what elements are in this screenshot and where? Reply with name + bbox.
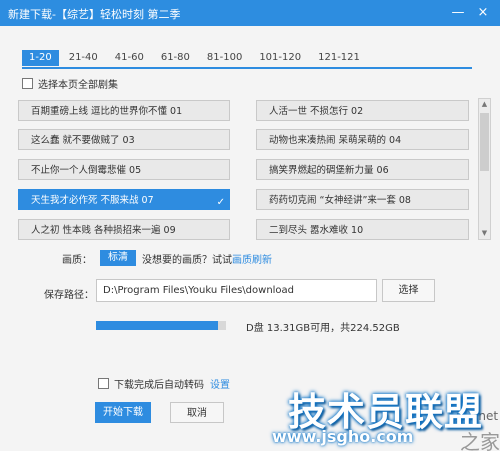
check-icon: ✓ xyxy=(216,197,225,208)
save-path-field[interactable]: D:\Program Files\Youku Files\download xyxy=(96,279,377,302)
select-all-checkbox[interactable] xyxy=(22,78,33,89)
dialog-body: 1-20 21-40 41-60 61-80 81-100 101-120 12… xyxy=(0,26,500,454)
episode-item[interactable]: 人之初 性本贱 各种损招来一遍 09 xyxy=(18,219,230,240)
episode-item[interactable]: 不止你一个人倒霉悲催 05 xyxy=(18,159,230,180)
episode-label: 天生我才必作死 不服来战 07 xyxy=(31,195,154,206)
disk-usage-bar xyxy=(96,321,226,330)
save-path-label: 保存路径： xyxy=(44,290,94,301)
title-bar: 新建下载-【综艺】轻松时刻 第二季 — × xyxy=(0,0,500,26)
start-download-button[interactable]: 开始下载 xyxy=(95,402,151,423)
disk-usage-fill xyxy=(96,321,219,330)
tab-41-60[interactable]: 41-60 xyxy=(108,50,151,66)
watermark-url: www.jsgho.com xyxy=(272,427,414,446)
tab-1-20[interactable]: 1-20 xyxy=(22,50,59,66)
episode-item-selected[interactable]: 天生我才必作死 不服来战 07 ✓ xyxy=(18,189,230,210)
minimize-button[interactable]: — xyxy=(449,4,467,22)
episode-item[interactable]: 人活一世 不损怎行 02 xyxy=(256,100,469,121)
tab-81-100[interactable]: 81-100 xyxy=(200,50,249,66)
tab-61-80[interactable]: 61-80 xyxy=(154,50,197,66)
close-button[interactable]: × xyxy=(474,4,492,22)
episode-item[interactable]: 这么蠢 就不要做贼了 03 xyxy=(18,129,230,150)
auto-convert-row: 下载完成后自动转码 设置 xyxy=(98,376,230,391)
cancel-button[interactable]: 取消 xyxy=(170,402,224,423)
quality-refresh-link[interactable]: 画质刷新 xyxy=(232,251,272,266)
tabs-underline xyxy=(22,67,472,69)
tab-121-121[interactable]: 121-121 xyxy=(311,50,367,66)
quality-row: 画质： 标清 没想要的画质？试试 画质刷新 xyxy=(62,250,272,266)
quality-hint: 没想要的画质？试试 xyxy=(142,254,232,266)
window-title: 新建下载-【综艺】轻松时刻 第二季 xyxy=(8,8,181,21)
quality-label: 画质： xyxy=(62,254,92,266)
disk-space-text: D盘 13.31GB可用，共224.52GB xyxy=(246,323,400,334)
scroll-down-icon[interactable]: ▼ xyxy=(479,228,490,239)
episode-range-tabs: 1-20 21-40 41-60 61-80 81-100 101-120 12… xyxy=(22,50,370,66)
tab-21-40[interactable]: 21-40 xyxy=(62,50,105,66)
quality-standard-button[interactable]: 标清 xyxy=(100,250,136,266)
choose-path-button[interactable]: 选择 xyxy=(382,279,435,302)
episode-item[interactable]: 百期重磅上线 逗比的世界你不懂 01 xyxy=(18,100,230,121)
episode-scrollbar[interactable]: ▲ ▼ xyxy=(478,98,491,240)
auto-convert-settings-link[interactable]: 设置 xyxy=(210,376,230,391)
select-all-label: 选择本页全部剧集 xyxy=(38,80,118,91)
scroll-thumb[interactable] xyxy=(480,113,489,171)
episode-item[interactable]: 搞笑界燃起的碉堡新力量 06 xyxy=(256,159,469,180)
episode-item[interactable]: 二到尽头 嚣水难收 10 xyxy=(256,219,469,240)
auto-convert-label: 下载完成后自动转码 xyxy=(114,380,204,391)
auto-convert-checkbox[interactable] xyxy=(98,378,109,389)
select-all-row: 选择本页全部剧集 xyxy=(22,76,118,91)
tab-101-120[interactable]: 101-120 xyxy=(252,50,308,66)
episode-item[interactable]: 药药切克闹 “女神经讲”来一套 08 xyxy=(256,189,469,210)
episode-item[interactable]: 动物也来凑热闹 呆萌呆萌的 04 xyxy=(256,129,469,150)
scroll-up-icon[interactable]: ▲ xyxy=(479,99,490,110)
